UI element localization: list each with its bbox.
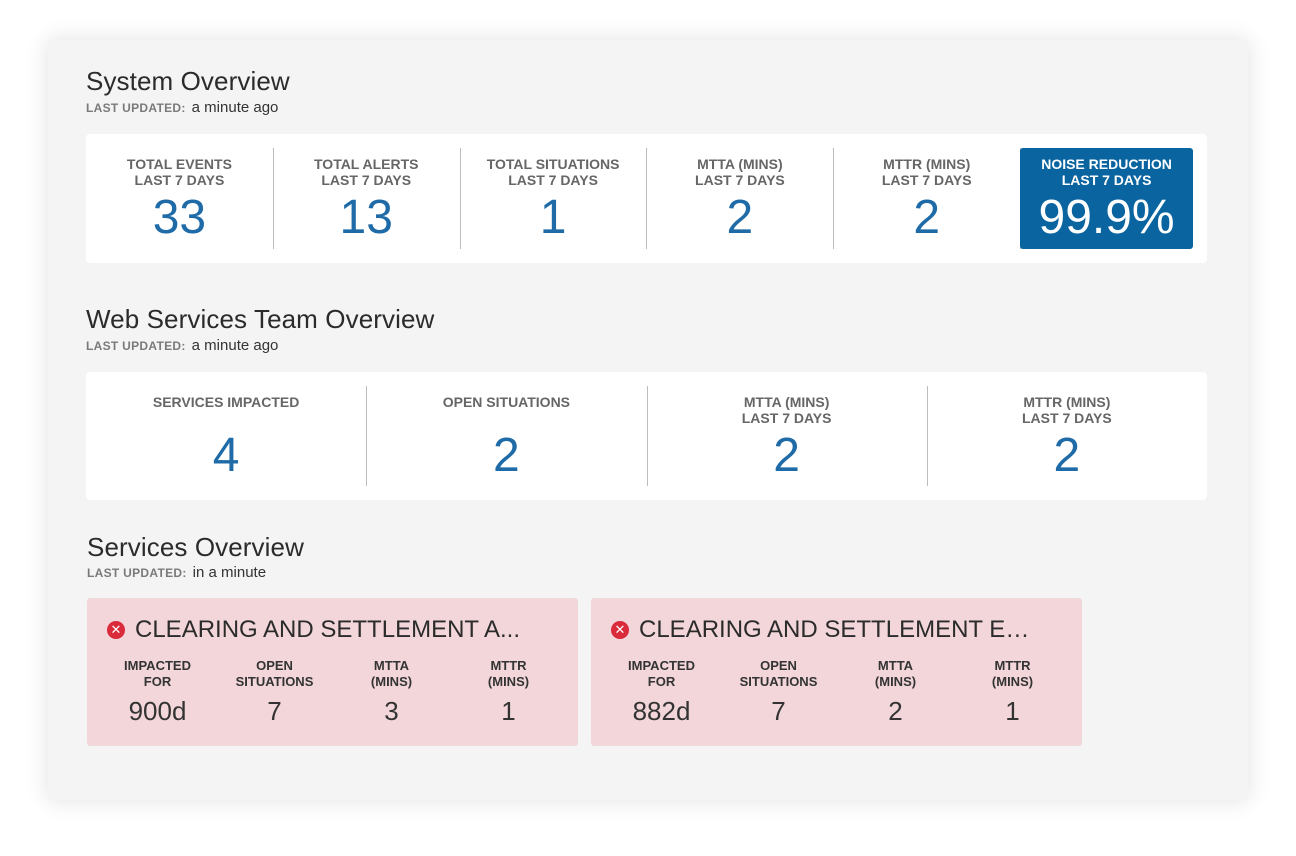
stat-value: 2 [493, 429, 520, 482]
metric-value: 900d [128, 696, 187, 726]
metric-value: 882d [632, 696, 691, 726]
error-circle-icon: ✕ [107, 621, 125, 639]
metric-mtta: MTTA (MINS) 2 [837, 658, 954, 727]
stat-value: 2 [773, 429, 800, 482]
system-overview-title: System Overview [86, 66, 290, 96]
stat-label: TOTAL SITUATIONS [486, 156, 620, 172]
stat-total-alerts[interactable]: TOTAL ALERTS LAST 7 DAYS 13 [272, 134, 460, 263]
stat-sublabel: LAST 7 DAYS [321, 172, 412, 188]
metric-impacted-for: IMPACTED FOR 882d [603, 658, 720, 727]
service-card-header: ✕ CLEARING AND SETTLEMENT EM... [611, 616, 1071, 644]
metric-mttr: MTTR (MINS) 1 [954, 658, 1071, 727]
stat-sublabel: LAST 7 DAYS [1061, 172, 1152, 188]
metric-value: 1 [1005, 696, 1020, 726]
stat-value: 2 [913, 191, 941, 244]
stat-open-situations[interactable]: OPEN SITUATIONS 2 [366, 372, 646, 500]
stat-team-mtta[interactable]: MTTA (MINS) LAST 7 DAYS 2 [646, 372, 927, 500]
metric-sublabel: FOR [143, 674, 172, 689]
team-overview-title: Web Services Team Overview [86, 304, 435, 334]
stat-value: 1 [539, 191, 567, 244]
stat-label: OPEN SITUATIONS [442, 394, 571, 410]
metric-label: MTTA [877, 658, 914, 673]
last-updated-value: a minute ago [191, 99, 279, 116]
stat-services-impacted[interactable]: SERVICES IMPACTED 4 [86, 372, 366, 500]
service-metrics: IMPACTED FOR 900d OPEN SITUATIONS 7 MTTA (M… [99, 658, 567, 727]
stat-sublabel: LAST 7 DAYS [134, 172, 225, 188]
stat-mttr[interactable]: MTTR (MINS) LAST 7 DAYS 2 [833, 134, 1020, 263]
stat-total-situations[interactable]: TOTAL SITUATIONS LAST 7 DAYS 1 [459, 134, 647, 263]
stat-label: TOTAL EVENTS [126, 156, 232, 172]
last-updated-label: LAST UPDATED: [86, 339, 186, 353]
metric-label: OPEN [760, 658, 797, 673]
metric-value: 2 [888, 696, 903, 726]
system-last-updated: LAST UPDATED: a minute ago [86, 99, 278, 116]
last-updated-value: in a minute [192, 564, 267, 581]
stat-value: 99.9% [1038, 191, 1175, 244]
stat-value: 13 [339, 191, 393, 244]
stat-sublabel: LAST 7 DAYS [1022, 410, 1112, 426]
services-overview-title: Services Overview [87, 532, 304, 562]
stat-label: MTTA (MINS) [743, 394, 830, 410]
stat-label: SERVICES IMPACTED [152, 394, 300, 410]
noise-reduction-highlight: NOISE REDUCTION LAST 7 DAYS 99.9% [1020, 148, 1193, 249]
stat-sublabel: LAST 7 DAYS [508, 172, 598, 188]
metric-label: MTTA [373, 658, 410, 673]
metric-sublabel: SITUATIONS [235, 674, 314, 689]
metric-sublabel: (MINS) [370, 674, 413, 689]
metric-impacted-for: IMPACTED FOR 900d [99, 658, 216, 727]
metric-value: 7 [771, 696, 786, 726]
metric-value: 7 [267, 696, 282, 726]
service-name: CLEARING AND SETTLEMENT A... [135, 616, 520, 643]
stat-sublabel: LAST 7 DAYS [741, 410, 832, 426]
service-metrics: IMPACTED FOR 882d OPEN SITUATIONS 7 MTTA (M… [603, 658, 1071, 727]
metric-value: 3 [384, 696, 399, 726]
error-circle-icon: ✕ [611, 621, 629, 639]
service-card-header: ✕ CLEARING AND SETTLEMENT A... [107, 616, 567, 644]
metric-value: 1 [501, 696, 516, 726]
stat-value: 2 [726, 191, 754, 244]
service-card[interactable]: ✕ CLEARING AND SETTLEMENT EM... IMPACTED… [591, 598, 1082, 746]
metric-sublabel: SITUATIONS [739, 674, 818, 689]
stat-label: MTTR (MINS) [883, 156, 971, 172]
stat-label: NOISE REDUCTION [1041, 156, 1172, 172]
system-stats-card: TOTAL EVENTS LAST 7 DAYS 33 TOTAL ALERTS L… [86, 134, 1207, 263]
stat-label: MTTA (MINS) [697, 156, 783, 172]
dashboard-panel: System Overview LAST UPDATED: a minute ag… [48, 40, 1248, 800]
metric-label: MTTR [994, 658, 1031, 673]
metric-sublabel: (MINS) [487, 674, 530, 689]
metric-label: MTTR [490, 658, 527, 673]
metric-sublabel: (MINS) [991, 674, 1034, 689]
stat-sublabel [86, 410, 366, 426]
metric-sublabel: FOR [647, 674, 676, 689]
last-updated-label: LAST UPDATED: [86, 101, 186, 115]
last-updated-label: LAST UPDATED: [87, 566, 187, 580]
service-name: CLEARING AND SETTLEMENT EM... [639, 616, 1039, 643]
stat-value: 2 [1053, 429, 1081, 482]
stat-sublabel [366, 410, 646, 426]
metric-open-situations: OPEN SITUATIONS 7 [216, 658, 333, 727]
stat-label: TOTAL ALERTS [314, 156, 419, 172]
stat-team-mttr[interactable]: MTTR (MINS) LAST 7 DAYS 2 [926, 372, 1207, 500]
metric-label: IMPACTED [628, 658, 695, 673]
services-last-updated: LAST UPDATED: in a minute [87, 564, 266, 581]
stat-mtta[interactable]: MTTA (MINS) LAST 7 DAYS 2 [646, 134, 833, 263]
metric-label: OPEN [256, 658, 293, 673]
stat-sublabel: LAST 7 DAYS [881, 172, 972, 188]
stat-noise-reduction[interactable]: NOISE REDUCTION LAST 7 DAYS 99.9% [1020, 134, 1207, 263]
stat-sublabel: LAST 7 DAYS [695, 172, 785, 188]
metric-open-situations: OPEN SITUATIONS 7 [720, 658, 837, 727]
team-last-updated: LAST UPDATED: a minute ago [86, 337, 278, 354]
metric-mtta: MTTA (MINS) 3 [333, 658, 450, 727]
metric-label: IMPACTED [124, 658, 191, 673]
metric-mttr: MTTR (MINS) 1 [450, 658, 567, 727]
team-stats-card: SERVICES IMPACTED 4 OPEN SITUATIONS 2 MT… [86, 372, 1207, 500]
stat-value: 4 [212, 429, 240, 482]
last-updated-value: a minute ago [191, 337, 279, 354]
metric-sublabel: (MINS) [874, 674, 917, 689]
stat-label: MTTR (MINS) [1023, 394, 1111, 410]
stat-total-events[interactable]: TOTAL EVENTS LAST 7 DAYS 33 [86, 134, 273, 263]
service-card[interactable]: ✕ CLEARING AND SETTLEMENT A... IMPACTED F… [87, 598, 578, 746]
stat-value: 33 [152, 191, 207, 244]
